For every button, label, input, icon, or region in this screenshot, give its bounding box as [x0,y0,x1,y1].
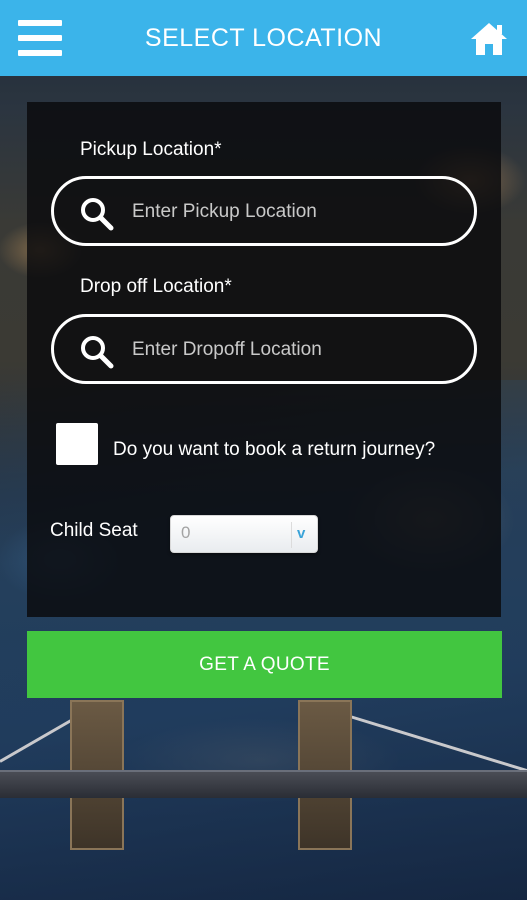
dropoff-input-container[interactable] [51,314,477,384]
app-header: SELECT LOCATION [0,0,527,76]
dropoff-label: Drop off Location* [80,276,232,297]
child-seat-label: Child Seat [50,520,138,541]
child-seat-select[interactable]: 0 v [170,515,318,553]
child-seat-value: 0 [181,523,191,542]
chevron-down-icon: v [297,525,306,542]
page-title: SELECT LOCATION [144,24,383,52]
search-icon [81,198,114,231]
return-journey-label: Do you want to book a return journey? [113,439,436,460]
home-icon[interactable] [470,22,508,56]
pickup-input-container[interactable] [51,176,477,246]
search-icon [81,336,114,369]
select-divider [291,522,292,548]
return-journey-checkbox[interactable] [56,423,98,465]
pickup-label: Pickup Location* [80,139,222,160]
pickup-location-input[interactable] [132,193,452,231]
get-quote-button[interactable]: GET A QUOTE [27,631,502,698]
dropoff-location-input[interactable] [132,331,452,369]
location-form-card: Pickup Location* Drop off Location* Do y… [27,102,501,617]
bridge-deck [0,770,527,798]
